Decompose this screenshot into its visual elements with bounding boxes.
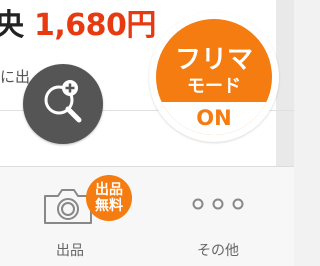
sub-text: に出 (0, 68, 31, 86)
free-listing-badge: 出品 無料 (86, 175, 132, 221)
frima-mode-status: ON (196, 106, 232, 130)
price-value: 1,680円 (34, 8, 156, 43)
tab-other-label: その他 (197, 243, 239, 259)
tab-sell[interactable]: 出品 無料 出品 (30, 167, 132, 266)
price-prefix: 央 (0, 8, 24, 43)
frima-mode-subtitle: モード (187, 76, 241, 97)
free-badge-line1: 出品 (95, 182, 123, 198)
price-row: 央 1,680円 (0, 6, 156, 46)
frima-mode-toggle[interactable]: フリマ モード ON (149, 12, 279, 142)
bottom-tab-bar: 出品 無料 出品 その他 (0, 166, 294, 266)
free-badge-line2: 無料 (95, 198, 123, 214)
zoom-button[interactable] (23, 64, 103, 144)
frima-mode-inner: フリマ モード ON (156, 19, 272, 135)
frima-mode-title: フリマ (174, 45, 253, 75)
more-dots-icon (192, 198, 244, 210)
zoom-in-icon (44, 80, 82, 123)
tab-sell-label: 出品 (56, 243, 84, 259)
tab-other[interactable]: その他 (178, 167, 258, 266)
